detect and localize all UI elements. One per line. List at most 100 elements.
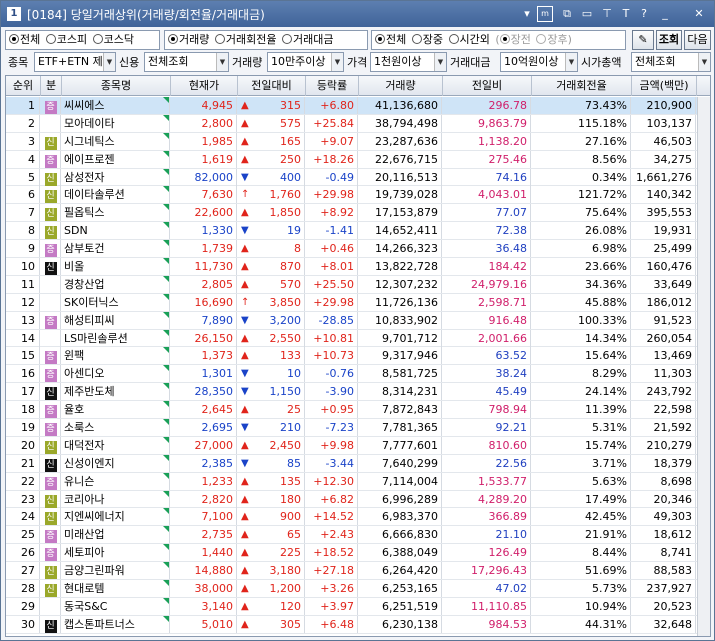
cell-name[interactable]: 미래산업 [62,526,170,544]
cell-name[interactable]: 금양그린파워 [62,562,170,580]
table-row[interactable]: 16 증 아센디오 1,301 ▼ 10 -0.76 8,581,725 38.24 8.29% 1… [6,365,710,384]
col-market[interactable]: 분 [41,76,62,96]
font-icon[interactable]: T [618,6,634,22]
table-row[interactable]: 22 증 유니슨 1,233 ▲ 135 +12.30 7,114,004 1,533.77 5.… [6,472,710,491]
cell-name[interactable]: 소룩스 [62,419,170,437]
cell-name[interactable]: 유니슨 [62,472,170,490]
cell-name[interactable]: 세토피아 [62,544,170,562]
split-icon[interactable]: ▭ [579,6,595,22]
radio-market-all[interactable]: 전체 [9,31,40,49]
minimize-icon[interactable]: _ [657,6,673,22]
radio-session-afterhours[interactable]: 시간외 [448,31,490,49]
table-row[interactable]: 30 신 캡스톤파트너스 5,010 ▲ 305 +6.48 6,230,138 984.53 4… [6,615,710,634]
table-row[interactable]: 24 신 지엔씨에너지 7,100 ▲ 900 +14.52 6,983,370 366.89 4… [6,508,710,527]
table-row[interactable]: 14 LS마린솔루션 26,150 ▲ 2,550 +10.81 9,701,712 2,00… [6,329,710,348]
m-box-icon[interactable]: m [537,6,553,22]
cell-name[interactable]: 현대로템 [62,580,170,598]
col-volume[interactable]: 거래량 [359,76,443,96]
cell-name[interactable]: 씨씨에스 [62,97,170,114]
cell-name[interactable]: 해성티피씨 [62,311,170,329]
radio-session-regular[interactable]: 장중 [411,31,443,49]
cell-name[interactable]: 대덕전자 [62,436,170,454]
table-row[interactable]: 12 SK이터닉스 16,690 ↑ 3,850 +29.98 11,726,136 2,59… [6,293,710,312]
cell-name[interactable]: 제주반도체 [62,383,170,401]
cell-name[interactable]: 경창산업 [62,275,170,293]
table-row[interactable]: 28 신 현대로템 38,000 ▲ 1,200 +3.26 6,253,165 47.02 5.… [6,580,710,598]
table-row[interactable]: 18 증 율호 2,645 ▲ 25 +0.95 7,872,843 798.94 11.39% 2… [6,401,710,420]
pin-icon[interactable]: ⊤ [599,6,615,22]
cell-name[interactable]: 캡스톤파트너스 [62,615,170,633]
cell-name[interactable]: 필옵틱스 [62,204,170,222]
radio-session-post[interactable]: 장후) [536,31,572,49]
col-name[interactable]: 종목명 [62,76,171,96]
radio-session-all[interactable]: 전체 [375,31,406,49]
query-button[interactable]: 조회 [656,30,682,50]
table-row[interactable]: 21 신 신성이엔지 2,385 ▼ 85 -3.44 7,640,299 22.56 3.71%… [6,454,710,473]
table-row[interactable]: 19 증 소룩스 2,695 ▼ 210 -7.23 7,781,365 92.21 5.31% 2… [6,419,710,437]
table-row[interactable]: 10 신 비올 11,730 ▲ 870 +8.01 13,822,728 184.42 23.6… [6,258,710,276]
link-icon[interactable]: ⧉ [559,6,575,22]
cell-name[interactable]: LS마린솔루션 [62,329,170,347]
cell-name[interactable]: SK이터닉스 [62,293,170,311]
table-row[interactable]: 26 증 세토피아 1,440 ▲ 225 +18.52 6,388,049 126.49 8.4… [6,544,710,563]
cell-name[interactable]: 시그네틱스 [62,132,170,150]
cell-name[interactable]: 아센디오 [62,365,170,383]
stock-select[interactable]: ETF+ETN 제 ▼ [34,52,116,72]
radio-sort-turnover[interactable]: 거래회전율 [214,31,276,49]
table-row[interactable]: 8 신 SDN 1,330 ▼ 19 -1.41 14,652,411 72.38 26.08% 1… [6,222,710,241]
col-price[interactable]: 현재가 [171,76,238,96]
cell-name[interactable]: 데이타솔루션 [62,186,170,204]
table-row[interactable]: 11 경창산업 2,805 ▲ 570 +25.50 12,307,232 24,979.16… [6,275,710,294]
close-icon[interactable]: ✕ [691,6,707,22]
radio-sort-amount[interactable]: 거래대금 [281,31,333,49]
credit-select[interactable]: 전체조회 ▼ [144,52,229,72]
radio-sort-volume[interactable]: 거래량 [168,31,209,49]
table-row[interactable]: 4 증 에이프로젠 1,619 ▲ 250 +18.26 22,676,715 275.46 8.… [6,150,710,169]
cell-name[interactable]: 율호 [62,401,170,419]
col-turnover[interactable]: 거래회전율 [532,76,632,96]
cell-name[interactable]: 삼부토건 [62,240,170,258]
table-row[interactable]: 15 증 윈팩 1,373 ▲ 133 +10.73 9,317,946 63.52 15.64%… [6,347,710,366]
cell-name[interactable]: 삼성전자 [62,168,170,186]
settings-icon[interactable]: ✎ [632,30,654,50]
table-row[interactable]: 9 증 삼부토건 1,739 ▲ 8 +0.46 14,266,323 36.48 6.98% 25… [6,240,710,259]
radio-market-kospi[interactable]: 코스피 [45,31,87,49]
table-row[interactable]: 3 신 시그네틱스 1,985 ▲ 165 +9.07 23,287,636 1,138.20 2… [6,132,710,151]
col-rank[interactable]: 순위 [6,76,41,96]
table-row[interactable]: 2 모아데이타 2,800 ▲ 575 +25.84 38,794,498 9,863.79 1… [6,114,710,133]
table-row[interactable]: 29 동국S&C 3,140 ▲ 120 +3.97 6,251,519 11,110.85 1… [6,597,710,616]
volume-select[interactable]: 10만주이상 ▼ [267,52,344,72]
cap-select[interactable]: 전체조회 ▼ [631,52,711,72]
col-rate[interactable]: 등락률 [306,76,359,96]
cell-name[interactable]: 모아데이타 [62,114,170,132]
menu-dropdown-icon[interactable]: ▾ [519,6,535,22]
vertical-scrollbar[interactable] [697,97,710,636]
table-row[interactable]: 23 신 코리아나 2,820 ▲ 180 +6.82 6,996,289 4,289.20 17… [6,490,710,509]
help-icon[interactable]: ? [636,6,652,22]
table-row[interactable]: 1 증 씨씨에스 4,945 ▲ 315 +6.80 41,136,680 296.78 73.4… [6,97,710,115]
col-prev[interactable]: 전일비 [443,76,532,96]
col-change[interactable]: 전일대비 [238,76,306,96]
cell-name[interactable]: SDN [62,222,170,240]
cell-name[interactable]: 동국S&C [62,597,170,615]
table-row[interactable]: 17 신 제주반도체 28,350 ▼ 1,150 -3.90 8,314,231 45.49 2… [6,383,710,402]
cell-name[interactable]: 지엔씨에너지 [62,508,170,526]
radio-market-kosdaq[interactable]: 코스닥 [92,31,134,49]
cell-name[interactable]: 비올 [62,258,170,276]
table-row[interactable]: 20 신 대덕전자 27,000 ▲ 2,450 +9.98 7,777,601 810.60 1… [6,436,710,455]
cell-name[interactable]: 코리아나 [62,490,170,508]
table-row[interactable]: 6 신 데이타솔루션 7,630 ↑ 1,760 +29.98 19,739,028 4,043… [6,186,710,205]
table-row[interactable]: 13 증 해성티피씨 7,890 ▼ 3,200 -28.85 10,833,902 916.4… [6,311,710,330]
title-bar[interactable]: 1 [0184] 당일거래상위(거래량/회전율/거래대금) ▾ m ⧉ ▭ ⊤ … [1,1,714,27]
cell-name[interactable]: 윈팩 [62,347,170,365]
table-row[interactable]: 27 신 금양그린파워 14,880 ▲ 3,180 +27.18 6,264,420 17,2… [6,562,710,581]
table-row[interactable]: 5 신 삼성전자 82,000 ▼ 400 -0.49 20,116,513 74.16 0.34… [6,168,710,187]
price-select[interactable]: 1천원이상 ▼ [370,52,447,72]
cell-name[interactable]: 에이프로젠 [62,150,170,168]
table-row[interactable]: 7 신 필옵틱스 22,600 ▲ 1,850 +8.92 17,153,879 77.07 75… [6,204,710,223]
col-amount[interactable]: 금액(백만) [632,76,697,96]
amount-select[interactable]: 10억원이상 ▼ [500,52,578,72]
table-row[interactable]: 25 증 미래산업 2,735 ▲ 65 +2.43 6,666,830 21.10 21.91%… [6,526,710,545]
cell-name[interactable]: 신성이엔지 [62,454,170,472]
radio-session-pre[interactable]: (장전 [495,31,531,49]
